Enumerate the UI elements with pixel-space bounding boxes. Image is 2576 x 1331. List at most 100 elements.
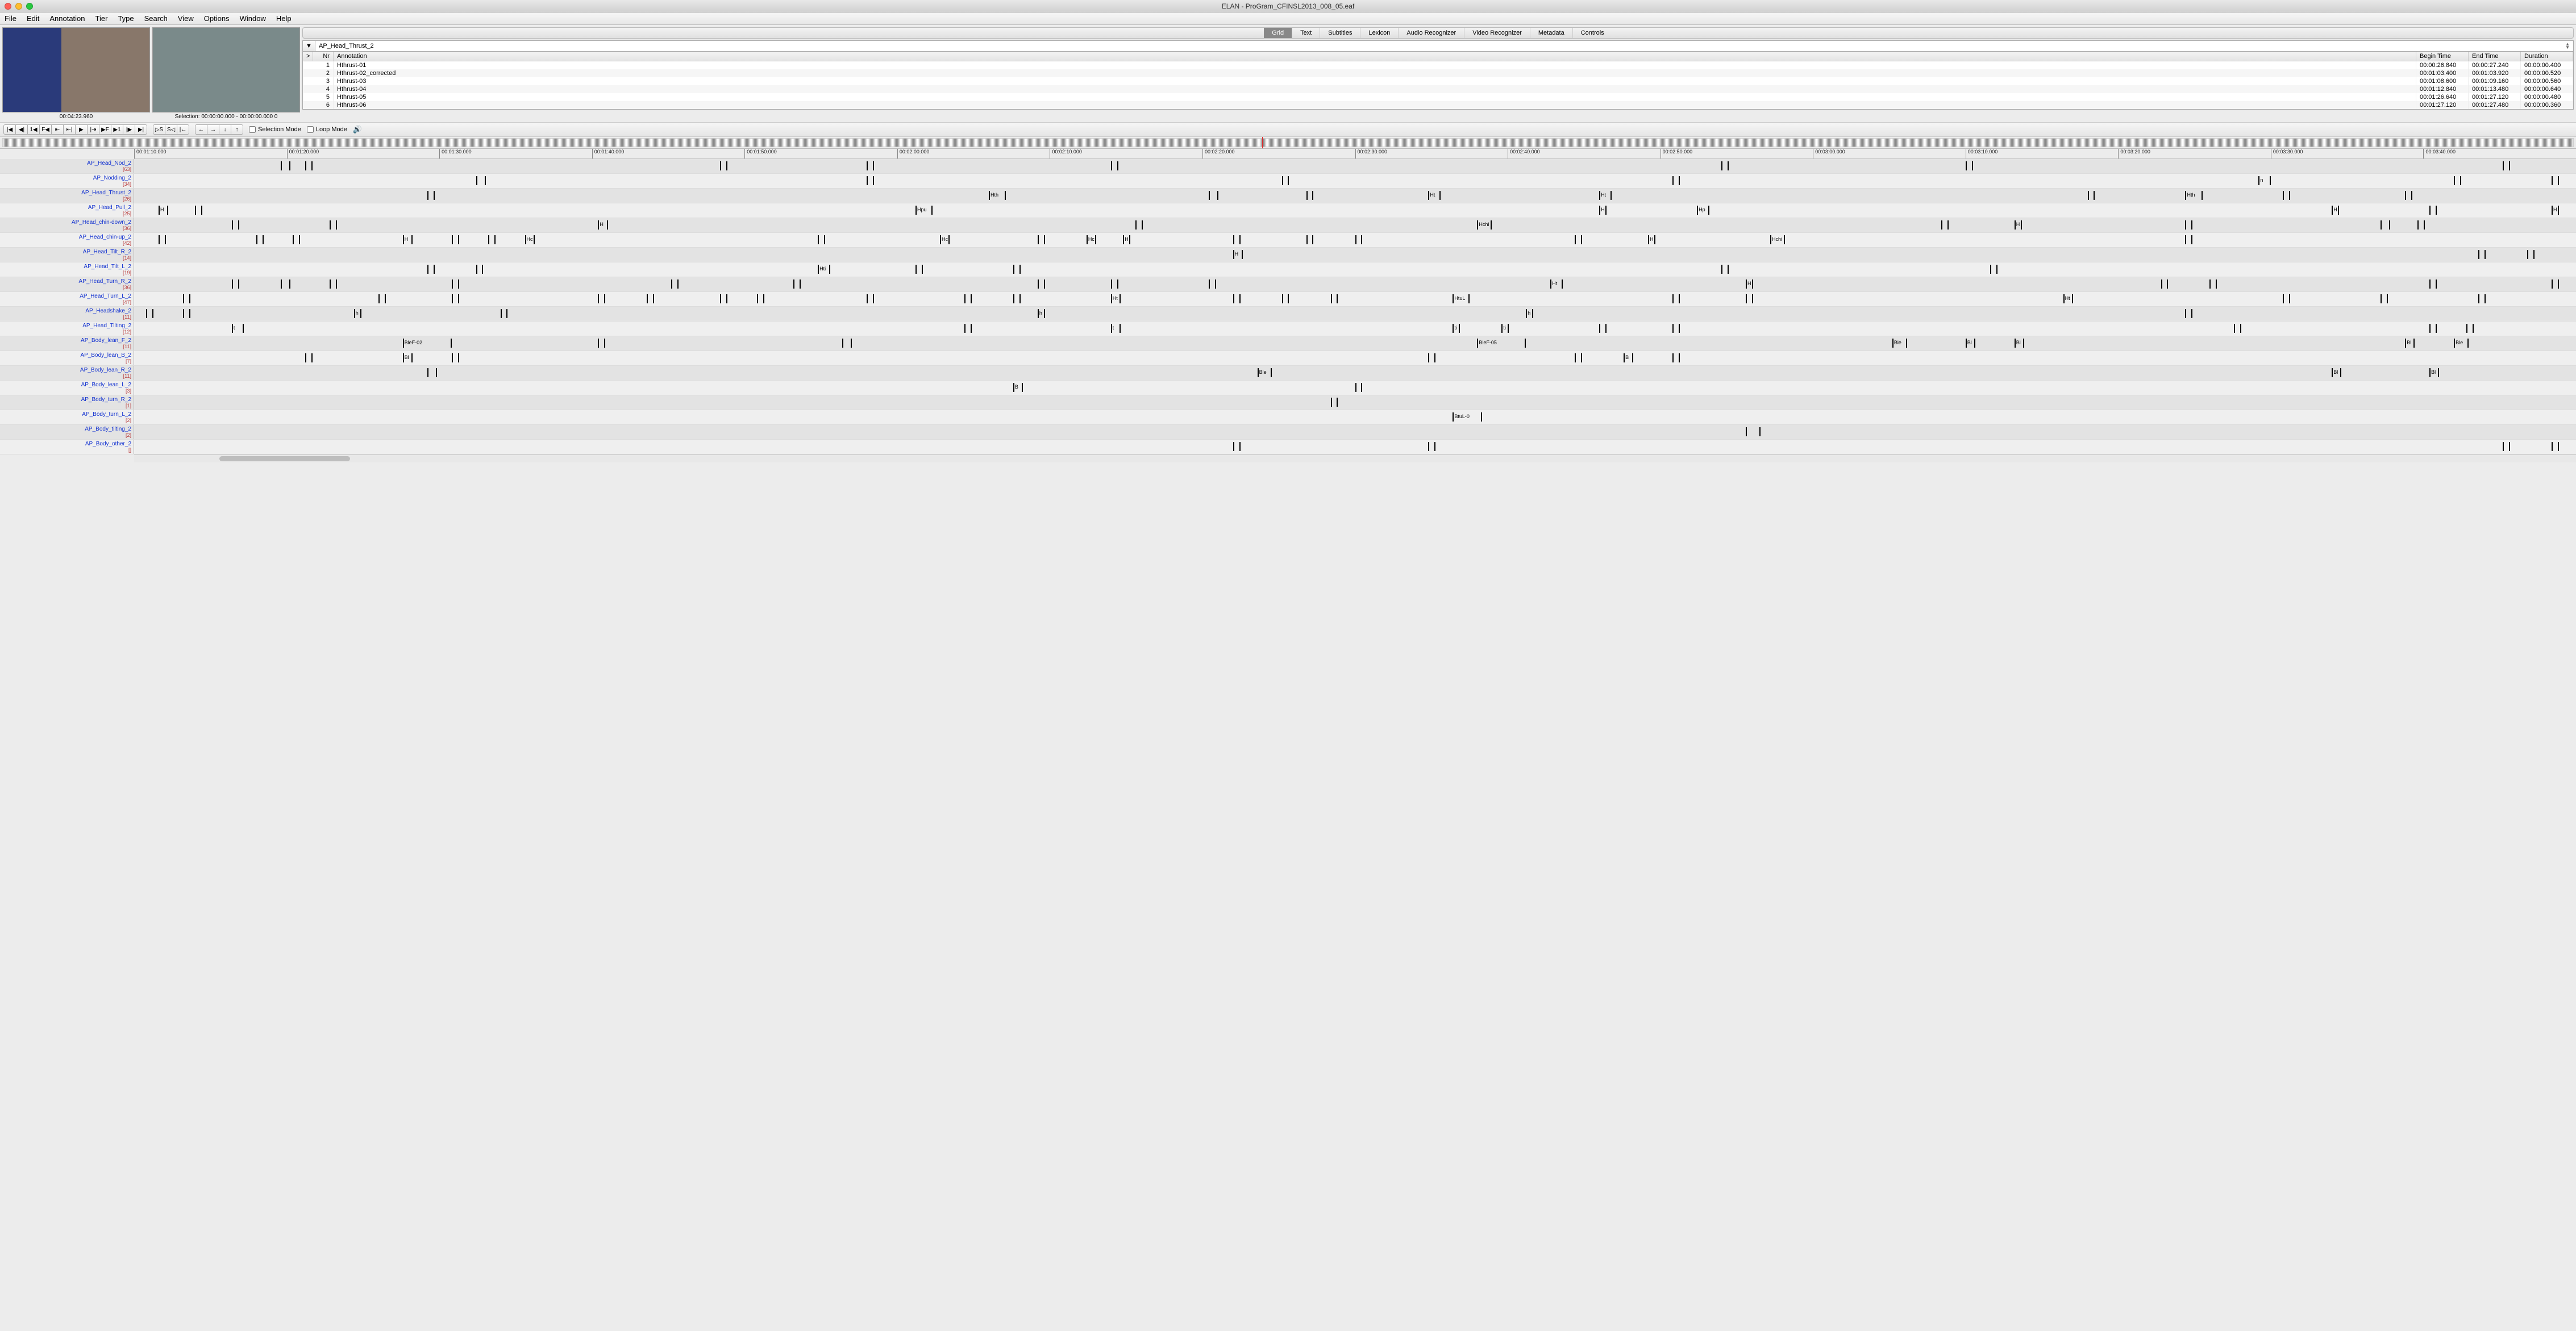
annotation-segment[interactable] [501, 309, 508, 318]
tier-track[interactable]: BleBlBl [134, 366, 2576, 380]
tab-controls[interactable]: Controls [1573, 28, 1612, 38]
tab-metadata[interactable]: Metadata [1530, 28, 1573, 38]
grid-row[interactable]: 1Hthrust-0100:00:26.84000:00:27.24000:00… [303, 61, 2573, 69]
annotation-segment[interactable] [1331, 398, 1338, 407]
menu-window[interactable]: Window [240, 14, 266, 23]
step-button-0[interactable]: ← [195, 124, 207, 135]
annotation-segment[interactable]: n [2258, 176, 2270, 185]
annotation-segment[interactable]: H [598, 220, 607, 230]
menu-edit[interactable]: Edit [27, 14, 39, 23]
annotation-segment[interactable] [1721, 265, 1729, 274]
annotation-segment[interactable] [2552, 279, 2559, 289]
tier-label[interactable]: AP_Body_other_2[] [0, 440, 134, 454]
annotation-segment[interactable]: ti [1453, 324, 1460, 333]
annotation-segment[interactable]: Hti [818, 265, 830, 274]
tier-label[interactable]: AP_Headshake_2[11] [0, 307, 134, 321]
annotation-segment[interactable]: B [1013, 383, 1023, 392]
annotation-segment[interactable] [1038, 279, 1045, 289]
annotation-segment[interactable] [232, 279, 239, 289]
annotation-segment[interactable] [1428, 442, 1435, 451]
grid-row[interactable]: 2Hthrust-02_corrected00:01:03.40000:01:0… [303, 69, 2573, 77]
annotation-segment[interactable] [818, 235, 825, 244]
annotation-segment[interactable]: BtuL-0 [1453, 412, 1482, 422]
annotation-segment[interactable]: Hpu [915, 206, 933, 215]
annotation-segment[interactable] [2185, 309, 2192, 318]
annotation-segment[interactable] [1990, 265, 1997, 274]
annotation-segment[interactable] [842, 339, 852, 348]
annotation-segment[interactable]: Bl [1966, 339, 1975, 348]
annotation-segment[interactable] [378, 294, 386, 303]
annotation-segment[interactable] [183, 294, 190, 303]
annotation-segment[interactable] [159, 235, 166, 244]
annotation-segment[interactable]: Hchi [1770, 235, 1785, 244]
video-view-1[interactable] [2, 27, 150, 112]
annotation-segment[interactable] [476, 265, 484, 274]
annotation-segment[interactable]: Ht [2063, 294, 2073, 303]
annotation-segment[interactable]: BleF-02 [403, 339, 452, 348]
selection-mode-checkbox[interactable]: Selection Mode [249, 126, 301, 133]
annotation-segment[interactable]: h [1038, 309, 1045, 318]
annotation-segment[interactable]: HtuL [1453, 294, 1470, 303]
annotation-segment[interactable] [720, 294, 727, 303]
tier-label[interactable]: AP_Nodding_2[34] [0, 174, 134, 188]
annotation-segment[interactable] [281, 161, 290, 170]
selection-mode-input[interactable] [249, 126, 256, 133]
tab-subtitles[interactable]: Subtitles [1320, 28, 1360, 38]
annotation-segment[interactable]: Bl [2015, 339, 2024, 348]
annotation-segment[interactable] [330, 220, 337, 230]
tier-label[interactable]: AP_Head_Nod_2[63] [0, 159, 134, 173]
annotation-segment[interactable] [2088, 191, 2095, 200]
annotation-segment[interactable] [1209, 191, 1218, 200]
annotation-segment[interactable] [867, 294, 874, 303]
annotation-segment[interactable] [647, 294, 654, 303]
play-button-8[interactable]: ▶F [99, 124, 111, 135]
annotation-segment[interactable] [2552, 442, 2559, 451]
grid-header-end[interactable]: End Time [2469, 52, 2521, 61]
annotation-segment[interactable] [2209, 279, 2217, 289]
tier-track[interactable] [134, 395, 2576, 410]
zoom-icon[interactable] [26, 3, 33, 10]
tab-audio-recognizer[interactable]: Audio Recognizer [1399, 28, 1464, 38]
menu-help[interactable]: Help [276, 14, 292, 23]
tier-label[interactable]: AP_Head_chin-up_2[42] [0, 233, 134, 247]
annotation-segment[interactable] [2283, 191, 2290, 200]
annotation-segment[interactable] [1233, 442, 1241, 451]
annotation-segment[interactable] [2417, 220, 2425, 230]
annotation-segment[interactable] [1672, 176, 1680, 185]
tier-track[interactable]: Hti [134, 262, 2576, 277]
annotation-segment[interactable] [1355, 383, 1363, 392]
step-button-1[interactable]: → [207, 124, 219, 135]
menu-tier[interactable]: Tier [95, 14, 108, 23]
tier-label[interactable]: AP_Body_lean_F_2[11] [0, 336, 134, 351]
tier-track[interactable]: BlB [134, 351, 2576, 365]
annotation-segment[interactable] [1746, 294, 1753, 303]
annotation-segment[interactable]: H [1599, 206, 1607, 215]
close-icon[interactable] [5, 3, 11, 10]
annotation-segment[interactable] [867, 176, 874, 185]
tier-label[interactable]: AP_Body_turn_L_2[2] [0, 410, 134, 424]
minimize-icon[interactable] [15, 3, 22, 10]
menu-annotation[interactable]: Annotation [49, 14, 85, 23]
time-ruler[interactable]: [6] 00:01:10.00000:01:20.00000:01:30.000… [134, 149, 2576, 159]
annotation-segment[interactable]: Bl [403, 353, 413, 362]
tier-label[interactable]: AP_Head_Tilt_R_2[14] [0, 248, 134, 262]
annotation-segment[interactable] [452, 353, 459, 362]
selection-button-0[interactable]: ▷S [153, 124, 165, 135]
play-button-10[interactable]: |▶ [123, 124, 135, 135]
annotation-segment[interactable] [2527, 250, 2535, 259]
annotation-segment[interactable] [2478, 250, 2486, 259]
annotation-segment[interactable] [1672, 294, 1680, 303]
tier-track[interactable]: BtuL-0 [134, 410, 2576, 424]
tier-track[interactable]: BleF-02BleF-05BleBlBlBlBle [134, 336, 2576, 351]
tier-label[interactable]: AP_Head_Turn_L_2[47] [0, 292, 134, 306]
annotation-segment[interactable]: BleF-05 [1477, 339, 1526, 348]
annotation-segment[interactable] [452, 279, 459, 289]
play-button-2[interactable]: 1◀ [27, 124, 40, 135]
annotation-segment[interactable]: Hth [989, 191, 1006, 200]
menu-search[interactable]: Search [144, 14, 168, 23]
annotation-segment[interactable] [232, 220, 239, 230]
tier-track[interactable]: tttiti [134, 322, 2576, 336]
play-button-6[interactable]: ▶ [75, 124, 88, 135]
play-button-3[interactable]: F◀ [39, 124, 52, 135]
tier-label[interactable]: AP_Head_Tilting_2[12] [0, 322, 134, 336]
